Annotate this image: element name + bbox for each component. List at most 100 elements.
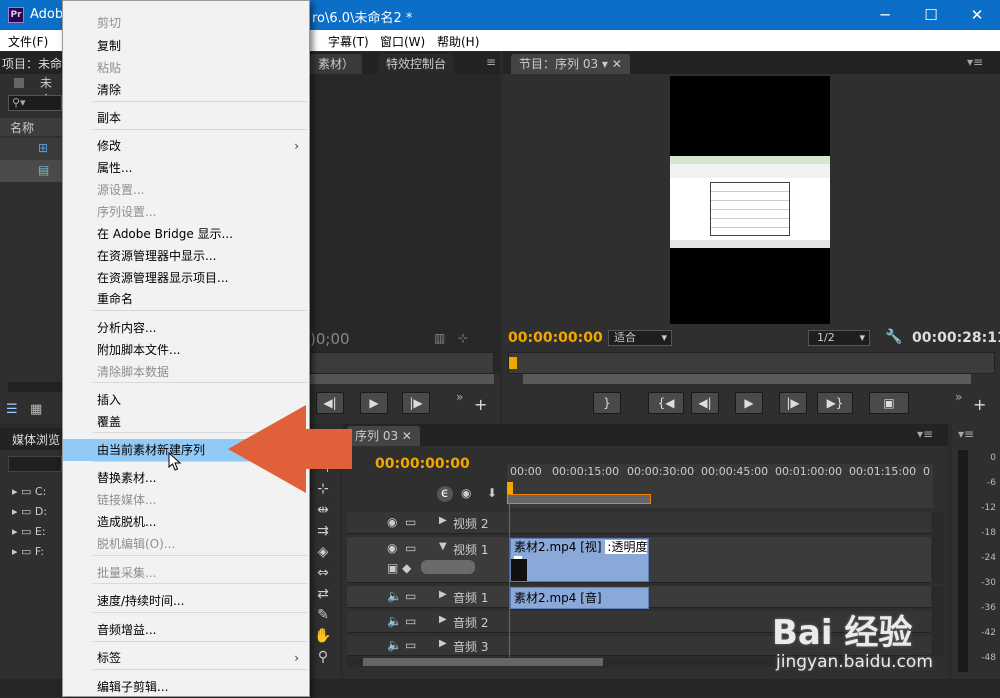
zoom-tool-icon[interactable]: ⚲ [312,647,334,668]
play-button-source[interactable]: ▶ [360,392,388,414]
context-menu-item[interactable]: 脱机编辑(O)... [63,533,309,555]
context-menu-item[interactable]: 序列设置... [63,201,309,223]
program-scrollbar[interactable] [523,374,971,384]
context-menu-item[interactable]: 在资源管理器显示项目... [63,267,309,289]
column-header-name[interactable]: 名称 [10,119,34,136]
add-marker-icon[interactable]: ◉ [461,486,471,500]
context-menu-item[interactable]: 清除脚本数据 [63,361,309,383]
context-menu-item[interactable]: 造成脱机... [63,511,309,533]
context-menu-item[interactable]: 在资源管理器中显示... [63,245,309,267]
track-select-tool-icon[interactable]: ⇉ [312,521,334,542]
export-frame-button[interactable]: ▣ [869,392,909,414]
program-step-forward-button[interactable]: |▶ [779,392,807,414]
source-tab[interactable]: 素材） [310,54,363,74]
step-forward-button[interactable]: |▶ [402,392,430,414]
project-item[interactable]: ⊞ [0,138,62,160]
lock-icon[interactable]: ▭ [405,638,416,652]
menu-file[interactable]: 文件(F) [8,33,48,50]
list-view-icon[interactable]: ☰ [6,402,18,417]
program-play-button[interactable]: ▶ [735,392,763,414]
media-browser-tab[interactable]: 媒体浏览 [12,431,60,448]
eye-icon[interactable]: ◉ [387,515,397,529]
minimize-button[interactable]: ─ [862,0,908,30]
video-clip[interactable]: 素材2.mp4 [视] :透明度 ▾ [510,538,649,582]
context-menu-item[interactable]: 附加脚本文件... [63,339,309,361]
set-encore-marker-icon[interactable]: ⬇ [487,486,497,500]
timeline-menu-icon[interactable]: ▾≡ [917,427,933,441]
zoom-fit-select[interactable]: 适合 ▾ [608,330,672,346]
program-more-icon[interactable]: » [955,390,962,404]
maximize-button[interactable]: ☐ [908,0,954,30]
project-item-selected[interactable]: ▤ [0,160,62,182]
context-menu-item[interactable]: 清除 [63,79,309,101]
drive-d[interactable]: ▸ ▭ D: [12,502,47,522]
expand-icon[interactable]: ▶ [439,638,447,649]
project-panel-tab[interactable]: 项目：未命 [2,55,62,72]
program-tab[interactable]: 节目：序列 03 ▾ ✕ [511,54,630,74]
resolution-select[interactable]: 1/2 ▾ [808,330,870,346]
media-browser-path-field[interactable] [8,456,62,472]
timeline-sequence-tab[interactable]: 序列 03 ✕ [347,426,420,446]
playhead-marker[interactable] [509,357,517,369]
speaker-icon[interactable]: 🔈 [387,614,402,628]
icon-view-icon[interactable]: ▦ [30,402,42,417]
expand-icon[interactable]: ▶ [439,589,447,600]
program-timeline-bar[interactable] [508,352,995,374]
menu-window[interactable]: 窗口(W) [380,33,425,50]
work-area-bar[interactable] [507,494,651,504]
rate-stretch-tool-icon[interactable]: ⇹ [312,500,334,521]
context-menu-item[interactable]: 重命名 [63,288,309,310]
track-video-2[interactable]: ◉ ▭ ▶ 视频 2 [347,512,931,534]
audio-meter-menu-icon[interactable]: ▾≡ [958,427,974,441]
project-search-input[interactable]: ⚲▾ [8,95,62,111]
context-menu-item[interactable]: 修改 › [63,135,309,157]
video-tracks-scrollbar[interactable] [932,512,944,584]
drive-f[interactable]: ▸ ▭ F: [12,542,47,562]
goto-out-button[interactable]: ▶} [817,392,853,414]
panel-menu-icon[interactable]: ≡ [486,55,496,69]
drive-e[interactable]: ▸ ▭ E: [12,522,47,542]
context-menu-item[interactable]: 编辑子剪辑... [63,676,309,698]
project-scrollbar[interactable] [8,382,62,392]
program-step-back-button[interactable]: ◀| [691,392,719,414]
context-menu-item[interactable]: 源设置... [63,179,309,201]
export-frame-icon[interactable]: ▥ [434,331,445,345]
program-timecode-current[interactable]: 00:00:00:00 [508,330,603,346]
expand-icon[interactable]: ▶ [439,614,447,625]
menu-help[interactable]: 帮助(H) [437,33,479,50]
audio-clip[interactable]: 素材2.mp4 [音] [510,587,649,609]
drive-c[interactable]: ▸ ▭ C: [12,482,47,502]
pen-tool-icon[interactable]: ✎ [312,605,334,626]
context-menu-item[interactable]: 粘贴 [63,57,309,79]
razor-tool-icon[interactable]: ◈ [312,542,334,563]
lock-icon[interactable]: ▭ [405,589,416,603]
context-menu-item[interactable]: 分析内容... [63,317,309,339]
close-button[interactable]: ✕ [954,0,1000,30]
context-menu-item[interactable]: 属性... [63,157,309,179]
source-timeline-bar[interactable] [310,352,494,374]
lock-icon[interactable]: ▭ [405,541,416,555]
timeline-ruler[interactable]: 00:00 00:00:15:00 00:00:30:00 00:00:45:0… [507,464,933,508]
timeline-playhead[interactable] [507,482,513,494]
goto-in-button[interactable]: {◀ [648,392,684,414]
program-panel-menu-icon[interactable]: ▾≡ [967,55,983,69]
context-menu-item[interactable]: 速度/持续时间... [63,590,309,612]
context-menu-item[interactable]: 批量采集... [63,562,309,584]
program-add-icon[interactable]: + [973,395,986,414]
slide-tool-icon[interactable]: ⇄ [312,584,334,605]
speaker-icon[interactable]: 🔈 [387,589,402,603]
effect-controls-tab[interactable]: 特效控制台 [378,54,455,74]
add-button-icon[interactable]: + [474,395,487,414]
lock-icon[interactable]: ▭ [405,515,416,529]
wrench-icon[interactable]: 🔧 [885,329,902,345]
menu-title[interactable]: 字幕(T) [328,33,369,50]
more-controls-icon[interactable]: » [456,390,463,404]
context-menu-item[interactable]: 音频增益... [63,619,309,641]
source-scrollbar[interactable] [310,374,494,384]
timeline-timecode[interactable]: 00:00:00:00 [375,456,470,472]
context-menu-item[interactable]: 复制 [63,35,309,57]
collapse-icon[interactable]: ▼ [439,541,447,552]
slip-tool-icon[interactable]: ⇔ [312,563,334,584]
context-menu-item[interactable]: 在 Adobe Bridge 显示... [63,223,309,245]
eye-icon[interactable]: ◉ [387,541,397,555]
